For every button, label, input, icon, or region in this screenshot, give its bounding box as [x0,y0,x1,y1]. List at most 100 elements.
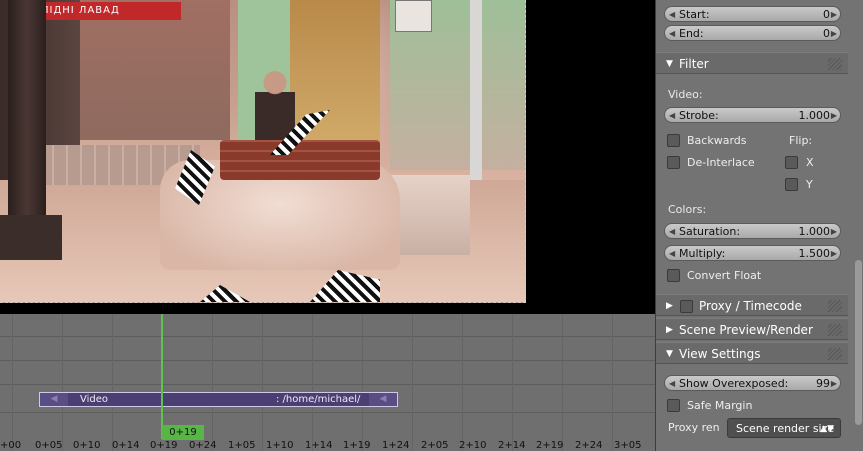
time-ruler-tick-label: 2+14 [498,440,526,451]
video-section-label: Video: [668,88,703,101]
person [255,70,295,140]
flip-x-checkbox[interactable] [785,156,798,169]
end-field[interactable]: ◀ End: 0 ▶ [664,25,841,41]
video-strip[interactable]: ◀ Video : /home/michael/ ◀ [39,392,398,407]
increment-arrow-icon[interactable]: ▶ [831,26,837,42]
time-ruler-tick-label: 1+19 [343,440,371,451]
multiply-label: Multiply: [679,247,726,260]
proxy-render-size-dropdown[interactable]: Scene render size ▲▼ [727,418,841,438]
grid-line [62,314,63,451]
video-frame-preview: ПІДНІ ЛАВАД [0,0,526,303]
playhead[interactable] [161,314,163,439]
flip-x-label: X [806,156,814,169]
time-ruler-tick-label: 1+24 [382,440,410,451]
show-overexposed-field[interactable]: ◀ Show Overexposed: 99 ▶ [664,375,841,391]
backwards-label: Backwards [687,134,747,147]
view-settings-panel-title: View Settings [679,347,761,361]
decrement-arrow-icon[interactable]: ◀ [669,224,675,240]
time-ruler-tick-label: 2+05 [421,440,449,451]
strobe-field[interactable]: ◀ Strobe: 1.000 ▶ [664,107,841,123]
drag-grip-icon[interactable] [828,300,842,312]
saturation-value: 1.000 [798,225,831,238]
grid-line [412,314,413,451]
expanded-triangle-icon: ▼ [666,59,673,69]
drag-grip-icon[interactable] [828,348,842,360]
grid-line [112,314,113,451]
time-ruler-tick-label: 0+19 [150,440,178,451]
decrement-arrow-icon[interactable]: ◀ [669,376,675,392]
end-label: End: [679,27,704,40]
current-frame-indicator: 0+19 [162,425,204,440]
deinterlace-checkbox[interactable] [667,156,680,169]
time-ruler-tick-label: +00 [0,440,22,451]
strip-left-handle[interactable]: ◀ [40,393,68,406]
drag-grip-icon[interactable] [828,324,842,336]
view-settings-panel-header[interactable]: ▼ View Settings [656,342,848,364]
proxy-enable-checkbox[interactable] [680,300,693,313]
grid-line [312,314,313,451]
multiply-field[interactable]: ◀ Multiply: 1.500 ▶ [664,245,841,261]
show-overexposed-label: Show Overexposed: [679,377,789,390]
increment-arrow-icon[interactable]: ▶ [831,108,837,124]
end-value: 0 [823,27,830,40]
sidebar-scrollbar[interactable] [855,260,862,425]
time-ruler-tick-label: 0+05 [35,440,63,451]
sequencer-timeline[interactable]: ◀ Video : /home/michael/ ◀ 0+19 +00 0+05 0… [0,314,655,451]
strip-right-handle[interactable]: ◀ [369,393,397,406]
time-ruler-tick-label: 0+10 [73,440,101,451]
shop-sign: ПІДНІ ЛАВАД [35,2,181,20]
decrement-arrow-icon[interactable]: ◀ [669,246,675,262]
wall-plaque [395,0,432,32]
grid-line [462,314,463,451]
decrement-arrow-icon[interactable]: ◀ [669,26,675,42]
safe-margin-checkbox[interactable] [667,399,680,412]
increment-arrow-icon[interactable]: ▶ [831,224,837,240]
properties-sidebar: ◀ Start: 0 ▶ ◀ End: 0 ▶ ▼ Filter Video: … [655,0,863,451]
grid-line [212,314,213,451]
time-ruler-tick-label: 2+10 [459,440,487,451]
increment-arrow-icon[interactable]: ▶ [831,376,837,392]
channel-divider [0,360,655,361]
convert-float-checkbox[interactable] [667,269,680,282]
time-ruler: +00 0+05 0+10 0+14 0+19 0+24 1+05 1+10 1+14 1+19 1… [0,440,655,451]
backwards-checkbox[interactable] [667,134,680,147]
time-ruler-tick-label: 0+14 [112,440,140,451]
grid-line [362,314,363,451]
filter-panel-title: Filter [679,57,709,71]
multiply-value: 1.500 [798,247,831,260]
grid-line [512,314,513,451]
decrement-arrow-icon[interactable]: ◀ [669,7,675,23]
time-ruler-tick-label: 2+19 [536,440,564,451]
scene-preview-panel-title: Scene Preview/Render [679,323,813,337]
pole [470,0,482,180]
shopfront [80,0,230,140]
scene-preview-panel-header[interactable]: ▶ Scene Preview/Render [656,318,848,340]
increment-arrow-icon[interactable]: ▶ [831,246,837,262]
time-ruler-tick-label: 1+10 [266,440,294,451]
strobe-label: Strobe: [679,109,719,122]
saturation-label: Saturation: [679,225,741,238]
concrete-blocks [390,175,470,255]
grid-line [612,314,613,451]
show-overexposed-value: 99 [816,377,830,390]
drag-grip-icon[interactable] [828,58,842,70]
channel-divider [0,336,655,337]
proxy-panel-title: Proxy / Timecode [699,299,802,313]
start-field[interactable]: ◀ Start: 0 ▶ [664,6,841,22]
brick-pile [220,140,380,180]
start-label: Start: [679,8,710,21]
collapsed-triangle-icon: ▶ [666,301,673,311]
deinterlace-label: De-Interlace [687,156,755,169]
time-ruler-tick-label: 1+05 [228,440,256,451]
increment-arrow-icon[interactable]: ▶ [831,7,837,23]
decrement-arrow-icon[interactable]: ◀ [669,108,675,124]
grid-line [562,314,563,451]
flip-label: Flip: [789,134,813,147]
proxy-panel-header[interactable]: ▶ Proxy / Timecode [656,294,848,316]
filter-panel-header[interactable]: ▼ Filter [656,52,848,74]
saturation-field[interactable]: ◀ Saturation: 1.000 ▶ [664,223,841,239]
time-ruler-tick-label: 0+24 [189,440,217,451]
sequencer-preview: ПІДНІ ЛАВАД [0,0,655,314]
grid-line [262,314,263,451]
flip-y-checkbox[interactable] [785,178,798,191]
